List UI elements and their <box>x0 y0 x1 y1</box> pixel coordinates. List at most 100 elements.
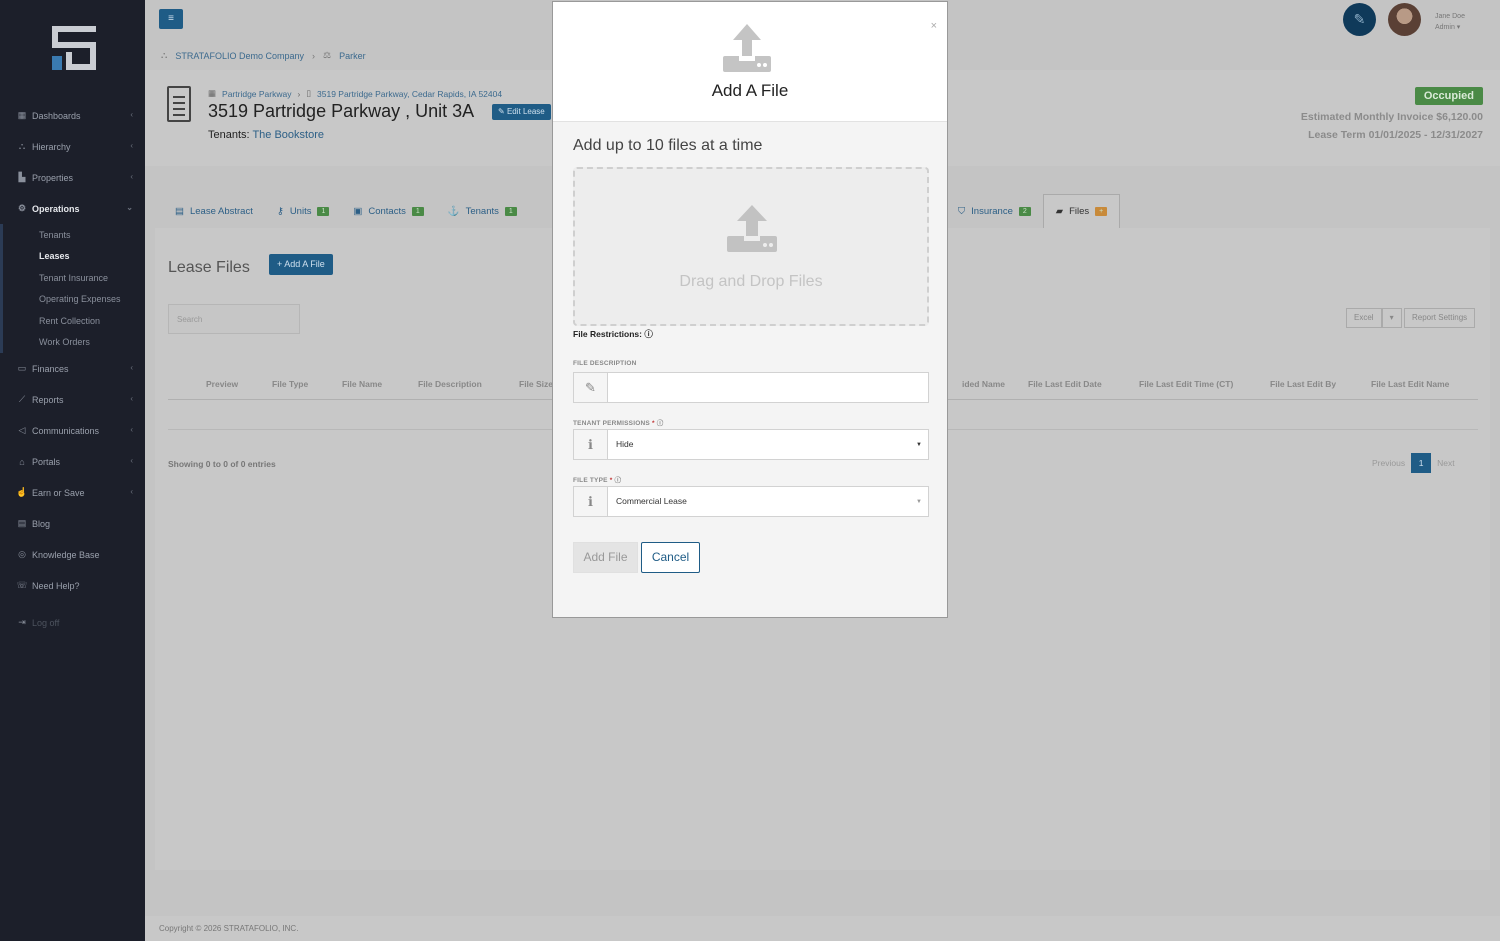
cancel-button[interactable]: Cancel <box>641 542 700 573</box>
building-icon: ▦ <box>208 88 217 98</box>
tab-files[interactable]: ▰ Files + <box>1042 194 1121 228</box>
sidebar-subitem-tenant-insurance[interactable]: Tenant Insurance <box>3 267 145 289</box>
pagination-page[interactable]: 1 <box>1411 453 1432 473</box>
column-header[interactable]: File Last Edit By <box>1270 379 1336 389</box>
chevron-left-icon: ‹ <box>130 425 133 434</box>
sidebar-subitem-work-orders[interactable]: Work Orders <box>3 332 145 354</box>
edit-icon: ✎ <box>574 373 608 402</box>
dropzone-text: Drag and Drop Files <box>679 273 823 290</box>
sidebar-item-reports[interactable]: ⟋ Reports ‹ <box>0 384 145 415</box>
info-circle-icon[interactable]: ⓘ <box>614 477 621 484</box>
pagination-previous[interactable]: Previous <box>1372 458 1405 468</box>
file-type-select[interactable]: ℹ Commercial Lease ▼ <box>573 486 929 517</box>
add-file-button[interactable]: Add File <box>573 542 638 573</box>
column-header[interactable]: File Name <box>342 379 382 389</box>
chevron-left-icon: ‹ <box>130 141 133 150</box>
sidebar-subitem-operating-expenses[interactable]: Operating Expenses <box>3 289 145 311</box>
sidebar-subitem-tenants[interactable]: Tenants <box>3 224 145 246</box>
breadcrumb-portfolio[interactable]: Parker <box>339 51 366 61</box>
file-description-field[interactable]: ✎ <box>573 372 929 403</box>
sidebar-item-dashboards[interactable]: ▦ Dashboards ‹ <box>0 100 145 131</box>
tenant-permissions-select[interactable]: ℹ Hide ▼ <box>573 429 929 460</box>
search-input[interactable]: Search <box>168 304 300 334</box>
logout-icon: ⇥ <box>18 617 26 627</box>
tab-insurance[interactable]: ⛉ Insurance 2 <box>946 194 1043 228</box>
file-dropzone[interactable]: Drag and Drop Files <box>573 167 929 326</box>
column-header[interactable]: File Type <box>272 379 308 389</box>
report-settings-button[interactable]: Report Settings <box>1404 308 1476 328</box>
column-header[interactable]: File Description <box>418 379 482 389</box>
chat-icon: ☏ <box>16 580 28 590</box>
caret-down-icon: ▾ <box>1389 313 1394 322</box>
sidebar-item-label: Communications <box>32 425 100 436</box>
column-header[interactable]: Preview <box>206 379 238 389</box>
sidebar-item-label: Need Help? <box>32 580 80 591</box>
footer: Copyright © 2026 STRATAFOLIO, INC. <box>145 916 1500 941</box>
pagination: Previous 1 Next <box>1372 453 1455 473</box>
tab-badge: 1 <box>411 206 424 216</box>
sidebar-item-hierarchy[interactable]: ⛬ Hierarchy ‹ <box>0 131 145 162</box>
estimated-invoice: Estimated Monthly Invoice $6,120.00 <box>1300 111 1483 123</box>
excel-button[interactable]: Excel <box>1346 308 1382 328</box>
close-icon[interactable]: × <box>931 20 937 32</box>
sidebar-item-operations[interactable]: ⚙ Operations ⌄ <box>0 193 145 224</box>
breadcrumb-address[interactable]: 3519 Partridge Parkway, Cedar Rapids, IA… <box>317 89 502 99</box>
thumbs-up-icon: ☝ <box>16 487 28 497</box>
column-header[interactable]: File Last Edit Date <box>1028 379 1102 389</box>
sidebar-item-earn-or-save[interactable]: ☝ Earn or Save ‹ <box>0 477 145 508</box>
tab-tenants[interactable]: ⚓ Tenants 1 <box>436 194 529 228</box>
money-icon: ▭ <box>17 363 27 373</box>
breadcrumb-company[interactable]: STRATAFOLIO Demo Company <box>175 51 304 61</box>
column-header[interactable]: File Last Edit Time (CT) <box>1139 379 1233 389</box>
sidebar-item-properties[interactable]: ▙ Properties ‹ <box>0 162 145 193</box>
file-type-label: FILE TYPE * ⓘ <box>573 474 621 484</box>
breadcrumb-property[interactable]: Partridge Parkway <box>222 89 291 99</box>
sidebar-item-portals[interactable]: ⌂ Portals ‹ <box>0 446 145 477</box>
lease-files-title: Lease Files <box>168 259 250 276</box>
status-badge: Occupied <box>1414 87 1483 105</box>
column-header[interactable]: ided Name <box>962 379 1005 389</box>
tab-label: Lease Abstract <box>189 205 253 217</box>
user-menu[interactable]: Jane Doe Admin ▾ <box>1435 11 1465 33</box>
edit-lease-button[interactable]: ✎ Edit Lease <box>492 104 551 120</box>
stratafolio-logo[interactable] <box>52 26 96 70</box>
sidebar-item-label: Portals <box>32 456 61 467</box>
sidebar-item-communications[interactable]: ◁ Communications ‹ <box>0 415 145 446</box>
info-icon: ℹ <box>574 487 608 516</box>
chevron-left-icon: ‹ <box>130 456 133 465</box>
column-header[interactable]: File Size <box>519 379 553 389</box>
sidebar-item-knowledge-base[interactable]: ◎ Knowledge Base <box>0 539 145 570</box>
avatar[interactable] <box>1388 3 1421 36</box>
column-header[interactable]: File Last Edit Name <box>1371 379 1449 389</box>
sidebar-subitem-leases[interactable]: Leases <box>3 246 145 268</box>
tenant-permissions-value[interactable]: Hide ▼ <box>608 430 928 459</box>
info-circle-icon[interactable]: ⓘ <box>644 329 653 339</box>
chevron-down-icon: ⌄ <box>126 203 133 212</box>
sidebar-item-finances[interactable]: ▭ Finances ‹ <box>0 353 145 384</box>
sidebar-item-label: Hierarchy <box>32 141 71 152</box>
tenants-line: Tenants: The Bookstore <box>208 129 324 141</box>
sidebar-item-blog[interactable]: ▤ Blog <box>0 508 145 539</box>
chat-button[interactable]: ✎ <box>1343 3 1376 36</box>
sidebar-item-logoff[interactable]: ⇥ Log off <box>0 607 145 638</box>
sidebar-subitem-rent-collection[interactable]: Rent Collection <box>3 310 145 332</box>
life-ring-icon: ◎ <box>18 549 26 559</box>
chevron-left-icon: ‹ <box>130 363 133 372</box>
pagination-next[interactable]: Next <box>1437 458 1454 468</box>
file-description-input[interactable] <box>608 373 928 402</box>
breadcrumb: ⛬ STRATAFOLIO Demo Company › ⚖ Parker <box>161 50 366 61</box>
lease-document-icon <box>167 86 191 122</box>
tenant-link[interactable]: The Bookstore <box>252 129 324 141</box>
info-circle-icon[interactable]: ⓘ <box>657 420 664 427</box>
add-a-file-button[interactable]: + Add A File <box>269 254 333 275</box>
chevron-right-icon: › <box>312 50 316 61</box>
tab-units[interactable]: ⚷ Units 1 <box>265 194 342 228</box>
menu-toggle-button[interactable]: ≡ <box>159 9 183 29</box>
tab-badge: 1 <box>504 206 517 216</box>
file-type-value[interactable]: Commercial Lease ▼ <box>608 487 928 516</box>
excel-dropdown-button[interactable]: ▾ <box>1381 308 1402 328</box>
tab-label: Units <box>289 205 312 217</box>
sidebar-item-need-help[interactable]: ☏ Need Help? <box>0 570 145 601</box>
tab-contacts[interactable]: ▣ Contacts 1 <box>341 194 435 228</box>
tab-lease-abstract[interactable]: ▤ Lease Abstract <box>163 194 265 228</box>
